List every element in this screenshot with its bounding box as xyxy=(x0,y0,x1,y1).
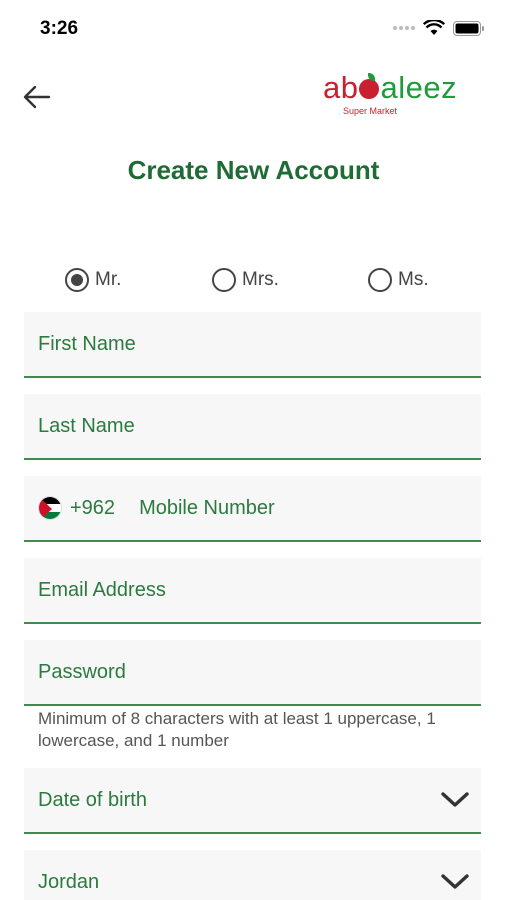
logo-wordmark: ab aleez xyxy=(323,70,458,105)
jordan-flag-icon[interactable] xyxy=(38,496,62,520)
password-field[interactable]: Password xyxy=(24,640,481,706)
date-of-birth-dropdown[interactable]: Date of birth xyxy=(24,768,481,834)
mobile-number-placeholder: Mobile Number xyxy=(139,496,275,519)
email-field[interactable]: Email Address xyxy=(24,558,481,624)
password-placeholder: Password xyxy=(38,660,126,683)
last-name-placeholder: Last Name xyxy=(38,414,135,437)
page-title: Create New Account xyxy=(127,155,380,185)
radio-checked-icon xyxy=(65,268,89,292)
radio-label: Mr. xyxy=(95,269,122,290)
apple-icon xyxy=(359,73,380,99)
first-name-placeholder: First Name xyxy=(38,332,136,355)
radio-ms[interactable]: Ms. xyxy=(368,268,429,292)
mobile-number-field[interactable]: +962 Mobile Number xyxy=(24,476,481,542)
last-name-field[interactable]: Last Name xyxy=(24,394,481,460)
country-value: Jordan xyxy=(38,870,100,893)
radio-unchecked-icon xyxy=(368,268,392,292)
status-time: 3:26 xyxy=(40,18,79,39)
radio-label: Mrs. xyxy=(242,269,279,290)
first-name-field[interactable]: First Name xyxy=(24,312,481,378)
country-dropdown[interactable]: Jordan xyxy=(24,850,481,900)
status-icons xyxy=(393,20,485,36)
radio-label: Ms. xyxy=(398,269,429,290)
chevron-down-icon xyxy=(439,790,471,810)
chevron-down-icon xyxy=(439,872,471,892)
radio-unchecked-icon xyxy=(212,268,236,292)
radio-mr[interactable]: Mr. xyxy=(65,268,121,292)
back-button[interactable] xyxy=(22,82,52,112)
brand-logo: ab aleez Super Market xyxy=(323,62,495,120)
logo-subtitle: Super Market xyxy=(343,106,398,116)
cellular-dots-icon xyxy=(393,26,415,30)
arrow-left-icon xyxy=(23,85,51,109)
salutation-radio-group: Mr. Mrs. Ms. xyxy=(0,268,507,298)
wifi-icon xyxy=(423,20,445,35)
country-code[interactable]: +962 xyxy=(70,497,115,520)
password-hint: Minimum of 8 characters with at least 1 … xyxy=(38,709,436,750)
status-bar: 3:26 xyxy=(0,0,507,60)
radio-mrs[interactable]: Mrs. xyxy=(212,268,279,292)
date-of-birth-label: Date of birth xyxy=(38,788,147,811)
battery-icon xyxy=(453,20,484,36)
email-placeholder: Email Address xyxy=(38,578,166,601)
